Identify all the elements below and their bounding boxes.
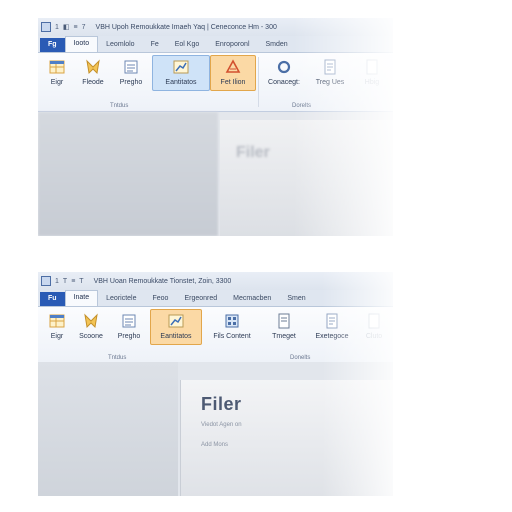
chart-icon <box>172 58 190 76</box>
ribbon-button-6[interactable]: Tmeget <box>264 310 304 340</box>
ribbon-button-label: Cluto <box>365 333 383 340</box>
workspace: Filer <box>38 112 393 236</box>
qat-item[interactable]: 7 <box>82 24 86 31</box>
tab-environment[interactable]: Enroporonl <box>207 38 257 52</box>
document-icon <box>323 312 341 330</box>
tab-file-2[interactable]: Feoo <box>145 292 177 306</box>
ribbon-button-1[interactable]: Eigr <box>38 56 76 86</box>
document-icon <box>275 312 293 330</box>
ribbon-button-5[interactable]: Fet Ilion <box>210 55 256 91</box>
content-panel: Filer Viedot Agen on Add Mons <box>180 380 393 496</box>
tab-edit[interactable]: Eol Kgo <box>167 38 208 52</box>
ring-icon <box>275 58 293 76</box>
ribbon-button-2[interactable]: Scoone <box>72 310 110 340</box>
ribbon-button-label: Hbig <box>364 79 380 86</box>
qat-item[interactable]: 1 <box>55 24 59 31</box>
screenshot-2: 1 T ≡ T VBH Uoan Remoukkate Tionstet, Zo… <box>38 272 393 496</box>
tab-layout[interactable]: Leomlolo <box>98 38 142 52</box>
ribbon-button-label: Treg Ues <box>315 79 345 86</box>
panel-heading: Filer <box>201 394 242 414</box>
group-label: Tntdus <box>108 355 127 361</box>
group-label: Dorelts <box>292 103 312 109</box>
ribbon-button-label: Pregho <box>119 79 143 86</box>
chart-icon <box>167 312 185 330</box>
grid-icon <box>120 312 138 330</box>
ribbon-button-5[interactable]: Fils Content <box>204 310 260 340</box>
tab-home[interactable]: Iooto <box>64 36 99 52</box>
tab-file[interactable]: Fu <box>40 292 65 306</box>
app-icon[interactable] <box>41 22 51 32</box>
tab-file-2[interactable]: Fe <box>143 38 167 52</box>
workspace: Filer Viedot Agen on Add Mons <box>38 362 393 496</box>
tab-environment[interactable]: Ergeonred <box>176 292 225 306</box>
qat-item[interactable]: 1 <box>55 278 59 285</box>
qat-item[interactable]: ≡ <box>74 24 78 31</box>
tab-home[interactable]: Inate <box>64 290 99 306</box>
title-bar: 1 ◧ ≡ 7 VBH Upoh Remoukkate Imaeh Yaq | … <box>38 18 393 36</box>
ribbon-button-label: Eigr <box>50 333 64 340</box>
ribbon-button-7[interactable]: Treg Ues <box>310 56 350 86</box>
ribbon-button-label: Eantitatos <box>160 333 192 340</box>
ribbon-button-label: Eigr <box>50 79 64 86</box>
triangle-icon <box>224 58 242 76</box>
qat-item[interactable]: T <box>63 278 67 285</box>
app-icon[interactable] <box>41 276 51 286</box>
panel-link[interactable]: Viedot Agen on <box>201 422 242 428</box>
tab-view[interactable]: Smen <box>279 292 313 306</box>
ribbon: Eigr Scoone Pregho Eantitatos Fils Conte… <box>38 307 393 364</box>
tab-view[interactable]: Smden <box>258 38 296 52</box>
ribbon-button-label: Eantitatos <box>165 79 197 86</box>
title-bar: 1 T ≡ T VBH Uoan Remoukkate Tionstet, Zo… <box>38 272 393 290</box>
divider <box>258 57 259 107</box>
ribbon: Eigr Fleode Pregho Eantitatos Fet Ilion <box>38 53 393 112</box>
ribbon-button-label: Fleode <box>82 79 104 86</box>
ribbon-button-label: Fils Content <box>213 333 251 340</box>
ribbon-button-4[interactable]: Eantitatos <box>150 309 202 345</box>
navigation-pane <box>38 112 218 236</box>
ribbon-button-label: Tmeget <box>272 333 296 340</box>
window-title: VBH Upoh Remoukkate Imaeh Yaq | Ceneconc… <box>95 23 277 31</box>
ribbon-button-8[interactable]: Cluto <box>358 310 390 340</box>
ribbon-button-7[interactable]: Exetegoce <box>310 310 354 340</box>
bookmark-icon <box>82 312 100 330</box>
ribbon-button-label: Fet Ilion <box>220 79 246 86</box>
ribbon-button-label: Exetegoce <box>315 333 349 340</box>
document-icon <box>365 312 383 330</box>
ribbon-button-2[interactable]: Fleode <box>74 56 112 86</box>
ribbon-tabs: Fu Inate Leorictele Feoo Ergeonred Mecma… <box>38 290 393 307</box>
group-label: Tntdus <box>110 103 129 109</box>
tab-layout[interactable]: Leorictele <box>98 292 144 306</box>
ribbon-button-label: Conacegt: <box>268 79 300 86</box>
navigation-pane <box>38 362 178 496</box>
ribbon-button-3[interactable]: Pregho <box>112 56 150 86</box>
grid-icon <box>122 58 140 76</box>
ribbon-button-label: Scoone <box>79 333 103 340</box>
tab-file[interactable]: Fg <box>40 38 65 52</box>
quick-access-toolbar: 1 T ≡ T <box>41 276 84 286</box>
qat-item[interactable]: ◧ <box>63 23 70 31</box>
ribbon-tabs: Fg Iooto Leomlolo Fe Eol Kgo Enroporonl … <box>38 36 393 53</box>
bookmark-icon <box>84 58 102 76</box>
ribbon-button-1[interactable]: Eigr <box>38 310 76 340</box>
ribbon-button-6[interactable]: Conacegt: <box>262 56 306 86</box>
window-title: VBH Uoan Remoukkate Tionstet, Zoin, 3300 <box>93 277 232 285</box>
ribbon-button-8[interactable]: Hbig <box>354 56 390 86</box>
screenshot-1: 1 ◧ ≡ 7 VBH Upoh Remoukkate Imaeh Yaq | … <box>38 18 393 236</box>
group-label: Donelts <box>290 355 311 361</box>
grid-icon <box>223 312 241 330</box>
quick-access-toolbar: 1 ◧ ≡ 7 <box>41 22 86 32</box>
content-panel: Filer <box>220 120 393 236</box>
ribbon-button-label: Pregho <box>117 333 141 340</box>
table-icon <box>48 312 66 330</box>
table-icon <box>48 58 66 76</box>
qat-item[interactable]: ≡ <box>71 278 75 285</box>
panel-heading: Filer <box>236 144 270 161</box>
qat-item[interactable]: T <box>79 278 83 285</box>
document-icon <box>363 58 381 76</box>
tab-macros[interactable]: Mecmacben <box>225 292 279 306</box>
ribbon-button-3[interactable]: Pregho <box>110 310 148 340</box>
panel-link[interactable]: Add Mons <box>201 442 228 448</box>
ribbon-button-4[interactable]: Eantitatos <box>152 55 210 91</box>
document-icon <box>321 58 339 76</box>
